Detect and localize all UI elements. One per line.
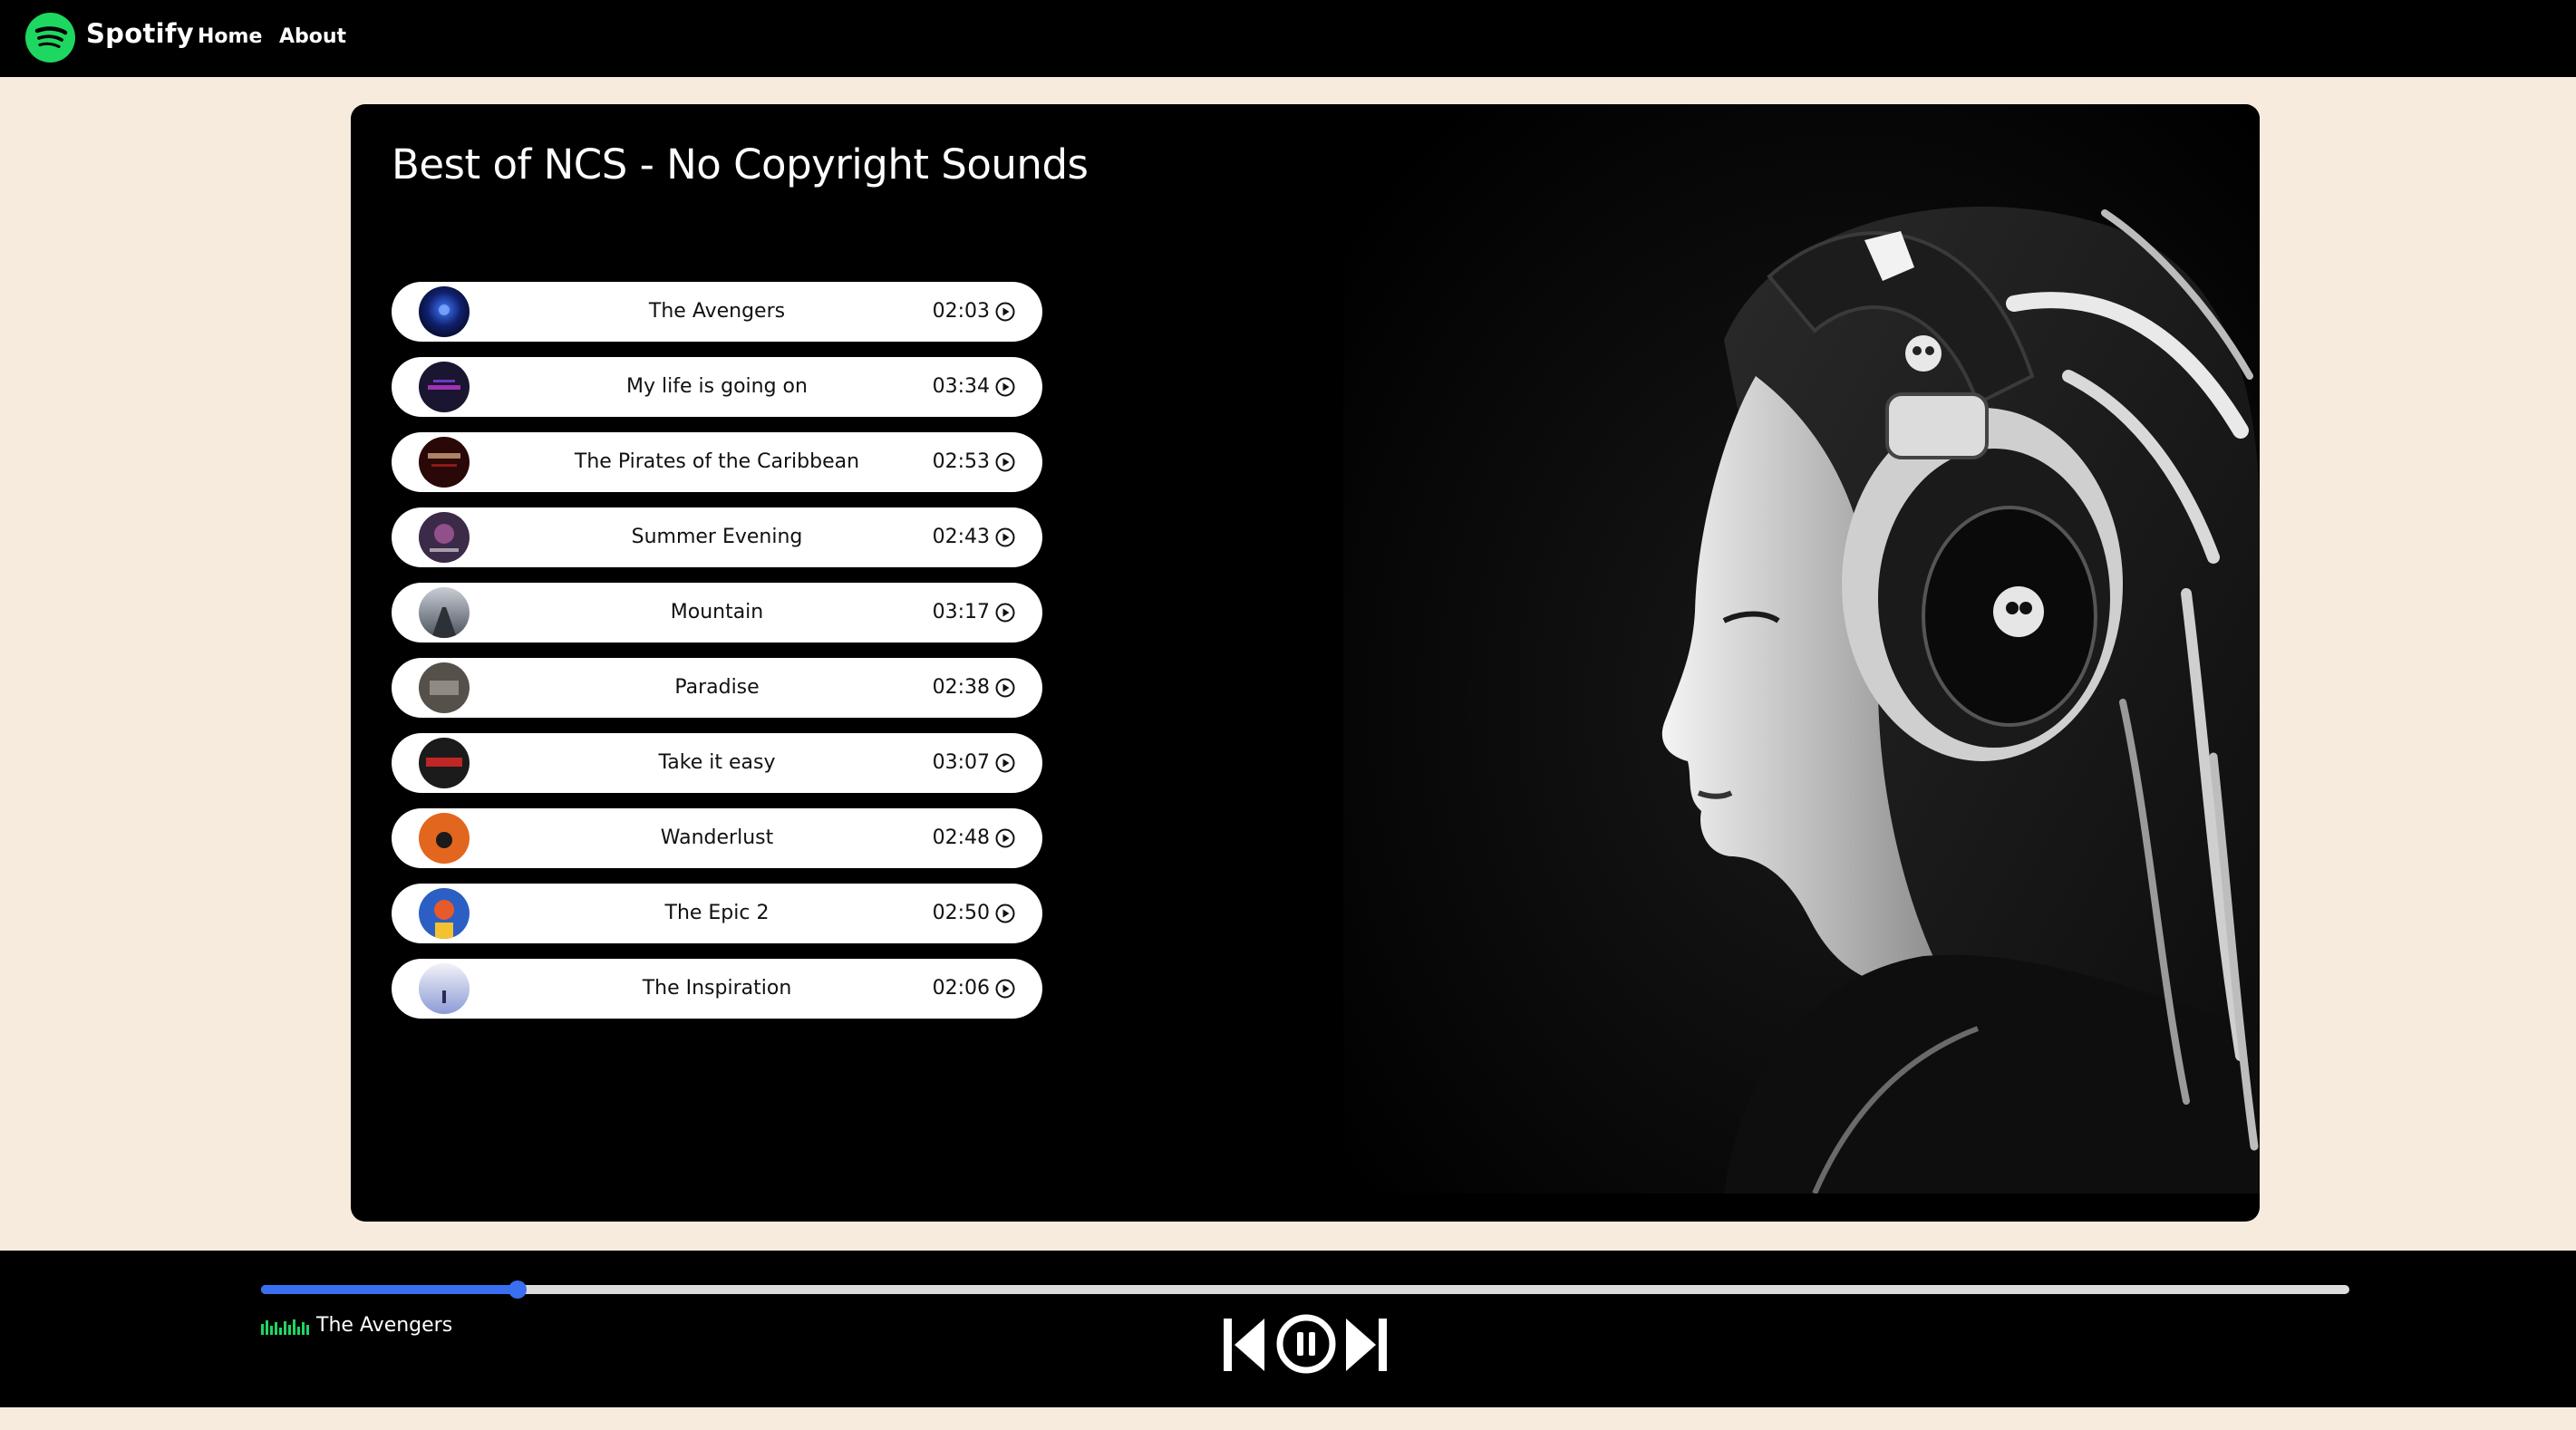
pause-circle-icon[interactable]: [1276, 1314, 1336, 1374]
song-duration: 02:53: [932, 450, 990, 473]
equalizer-icon: [261, 1319, 309, 1335]
song-duration: 02:38: [932, 676, 990, 699]
play-circle-icon[interactable]: [995, 603, 1015, 623]
player-bar: The Avengers: [0, 1251, 2576, 1407]
playlist-title: Best of NCS - No Copyright Sounds: [392, 140, 1089, 188]
song-item[interactable]: The Avengers 02:03: [392, 282, 1042, 342]
play-circle-icon[interactable]: [995, 678, 1015, 698]
top-navbar: Spotify Home About: [0, 0, 2576, 77]
song-list: The Avengers 02:03 My life is going on 0…: [392, 282, 1042, 1034]
play-circle-icon[interactable]: [995, 452, 1015, 472]
song-duration: 02:48: [932, 826, 990, 849]
song-duration: 02:50: [932, 902, 990, 924]
now-playing-title: The Avengers: [316, 1314, 453, 1337]
song-item[interactable]: The Epic 2 02:50: [392, 884, 1042, 943]
song-duration: 02:43: [932, 526, 990, 548]
brand-name[interactable]: Spotify: [86, 18, 194, 49]
playlist-container: Best of NCS - No Copyright Sounds The Av…: [351, 104, 2260, 1222]
song-duration: 03:34: [932, 375, 990, 398]
song-item[interactable]: Summer Evening 02:43: [392, 507, 1042, 567]
nav-home-link[interactable]: Home: [198, 25, 262, 48]
song-duration: 02:06: [932, 977, 990, 1000]
song-item[interactable]: The Inspiration 02:06: [392, 959, 1042, 1019]
play-circle-icon[interactable]: [995, 753, 1015, 773]
song-item[interactable]: Mountain 03:17: [392, 583, 1042, 643]
song-duration: 03:07: [932, 751, 990, 774]
song-item[interactable]: Wanderlust 02:48: [392, 808, 1042, 868]
play-circle-icon[interactable]: [995, 302, 1015, 322]
song-item[interactable]: Paradise 02:38: [392, 658, 1042, 718]
song-item[interactable]: The Pirates of the Caribbean 02:53: [392, 432, 1042, 492]
nav-about-link[interactable]: About: [279, 25, 346, 48]
hero-headphones-image: [1343, 104, 2260, 1193]
play-circle-icon[interactable]: [995, 527, 1015, 547]
song-duration: 03:17: [932, 601, 990, 623]
skip-previous-icon[interactable]: [1224, 1319, 1264, 1371]
play-circle-icon[interactable]: [995, 828, 1015, 848]
song-duration: 02:03: [932, 300, 990, 323]
spotify-logo-icon[interactable]: [25, 13, 75, 63]
skip-next-icon[interactable]: [1346, 1319, 1387, 1371]
progress-knob[interactable]: [508, 1280, 528, 1299]
song-item[interactable]: Take it easy 03:07: [392, 733, 1042, 793]
play-circle-icon[interactable]: [995, 903, 1015, 923]
progress-fill: [261, 1285, 518, 1294]
play-circle-icon[interactable]: [995, 377, 1015, 397]
song-item[interactable]: My life is going on 03:34: [392, 357, 1042, 417]
progress-bar[interactable]: [261, 1280, 2349, 1299]
play-circle-icon[interactable]: [995, 979, 1015, 999]
playback-controls: [1224, 1314, 1387, 1377]
